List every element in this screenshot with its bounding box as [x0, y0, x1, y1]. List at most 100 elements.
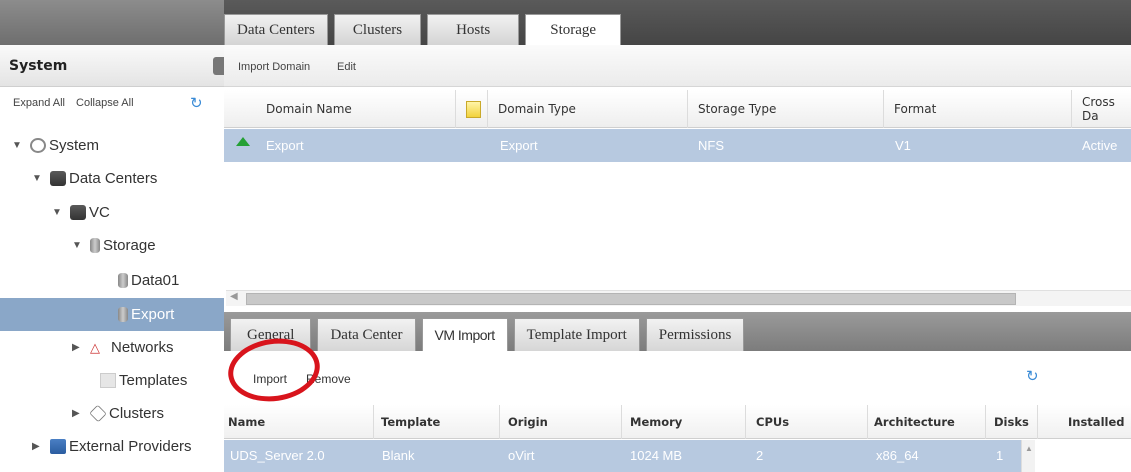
detail-tabs: General Data Center VM Import Template I…	[230, 318, 750, 351]
storage-domain-icon	[118, 306, 128, 322]
tree-label: Export	[131, 305, 175, 323]
column-origin[interactable]: Origin	[500, 405, 622, 439]
cell-architecture: x86_64	[876, 448, 919, 463]
import-domain-button[interactable]: Import Domain	[238, 61, 310, 73]
refresh-icon[interactable]: ↻	[1026, 367, 1039, 385]
tree-label: Clusters	[109, 404, 165, 422]
collapse-panel-handle[interactable]	[213, 57, 224, 75]
collapse-all-link[interactable]: Collapse All	[76, 97, 133, 109]
tab-storage[interactable]: Storage	[525, 14, 622, 45]
table-row[interactable]: UDS_Server 2.0 Blank oVirt 1024 MB 2 x86…	[224, 440, 1021, 472]
remove-button[interactable]: Remove	[306, 372, 351, 386]
data-center-icon	[70, 204, 86, 220]
system-panel-title: System	[9, 58, 68, 74]
tree-label: Data01	[131, 271, 180, 289]
collapsed-arrow-icon[interactable]: ▶	[72, 342, 90, 353]
domain-grid-header: Domain Name Domain Type Storage Type For…	[224, 90, 1131, 128]
status-up-icon	[236, 137, 250, 146]
header-left-bar	[0, 0, 224, 45]
cell-memory: 1024 MB	[630, 448, 683, 463]
tree-item-vc[interactable]: ▼ VC	[52, 196, 110, 228]
system-icon	[30, 137, 46, 153]
main-tabs: Data Centers Clusters Hosts Storage	[224, 14, 627, 45]
scrollbar-thumb[interactable]	[246, 293, 1016, 305]
edit-button[interactable]: Edit	[337, 61, 356, 73]
column-memory[interactable]: Memory	[622, 405, 746, 439]
column-format[interactable]: Format	[884, 90, 1072, 128]
tree-item-export[interactable]: Export	[118, 298, 174, 330]
expanded-arrow-icon[interactable]: ▼	[72, 240, 90, 251]
tab-data-centers[interactable]: Data Centers	[224, 14, 328, 45]
tree-item-system[interactable]: ▼ System	[12, 129, 99, 161]
tab-hosts[interactable]: Hosts	[427, 14, 520, 45]
cell-storage-type: NFS	[698, 138, 724, 153]
column-comment[interactable]	[456, 90, 488, 128]
column-template[interactable]: Template	[374, 405, 500, 439]
cell-origin: oVirt	[508, 448, 535, 463]
cell-template: Blank	[382, 448, 415, 463]
tree-label: Networks	[111, 338, 174, 356]
tree-label: Templates	[119, 371, 188, 389]
tree-label: VC	[89, 203, 110, 221]
storage-icon	[90, 237, 100, 253]
cell-cross-data-center: Active	[1082, 138, 1118, 153]
vm-import-toolbar: Import Remove	[224, 352, 1131, 404]
scroll-up-icon[interactable]: ▲	[1025, 444, 1033, 453]
tab-general[interactable]: General	[230, 318, 312, 351]
cell-format: V1	[895, 138, 911, 153]
cell-domain-name: Export	[266, 138, 304, 153]
tab-vm-import[interactable]: VM Import	[421, 318, 508, 351]
refresh-tree-icon[interactable]: ↻	[190, 94, 203, 112]
column-domain-name[interactable]: Domain Name	[256, 90, 456, 128]
column-disks[interactable]: Disks	[986, 405, 1038, 439]
tree-item-data-centers[interactable]: ▼ Data Centers	[32, 162, 157, 194]
comment-note-icon	[466, 100, 481, 118]
cell-disks: 1	[996, 448, 1004, 463]
tree-item-external-providers[interactable]: ▶ External Providers	[32, 430, 192, 462]
system-panel-header: System	[0, 45, 224, 87]
cell-cpus: 2	[756, 448, 764, 463]
expand-all-link[interactable]: Expand All	[13, 97, 65, 109]
networks-icon: △	[90, 339, 100, 355]
column-name[interactable]: Name	[224, 405, 374, 439]
tab-clusters[interactable]: Clusters	[333, 14, 422, 45]
tree-label: Storage	[103, 236, 156, 254]
column-storage-type[interactable]: Storage Type	[688, 90, 884, 128]
column-cross-data-center[interactable]: Cross Da	[1072, 90, 1131, 128]
clusters-icon	[89, 404, 107, 422]
tree-item-templates[interactable]: Templates	[100, 364, 187, 396]
expanded-arrow-icon[interactable]: ▼	[12, 140, 30, 151]
tree-item-networks[interactable]: ▶ △ Networks	[72, 331, 174, 363]
tab-data-center[interactable]: Data Center	[317, 318, 416, 351]
import-button[interactable]: Import	[253, 372, 287, 386]
tree-item-clusters[interactable]: ▶ Clusters	[72, 397, 164, 429]
scroll-left-icon[interactable]: ◀	[230, 291, 238, 302]
collapsed-arrow-icon[interactable]: ▶	[32, 441, 50, 452]
column-installed[interactable]: Installed	[1038, 405, 1131, 439]
column-domain-type[interactable]: Domain Type	[488, 90, 688, 128]
collapsed-arrow-icon[interactable]: ▶	[72, 408, 90, 419]
column-architecture[interactable]: Architecture	[868, 405, 986, 439]
external-providers-icon	[50, 438, 66, 454]
tree-item-data01[interactable]: Data01	[118, 264, 179, 296]
domain-toolbar: Import Domain Edit	[224, 45, 1131, 87]
expanded-arrow-icon[interactable]: ▼	[52, 207, 70, 218]
expanded-arrow-icon[interactable]: ▼	[32, 173, 50, 184]
tree-item-storage[interactable]: ▼ Storage	[72, 229, 156, 261]
tree-label: External Providers	[69, 437, 192, 455]
templates-icon	[100, 372, 116, 388]
tree-label: Data Centers	[69, 169, 158, 187]
column-cpus[interactable]: CPUs	[746, 405, 868, 439]
tab-template-import[interactable]: Template Import	[513, 318, 640, 351]
cell-domain-type: Export	[500, 138, 538, 153]
table-row[interactable]: Export Export NFS V1 Active	[224, 129, 1131, 162]
cell-name: UDS_Server 2.0	[230, 448, 325, 463]
tree-selection-highlight	[0, 298, 224, 331]
tab-permissions[interactable]: Permissions	[645, 318, 745, 351]
tree-controls: Expand All Collapse All	[13, 97, 142, 109]
tree-label: System	[49, 136, 100, 154]
horizontal-scrollbar[interactable]: ◀	[226, 290, 1131, 306]
vertical-scrollbar[interactable]: ▲	[1021, 440, 1035, 472]
data-centers-icon	[50, 170, 66, 186]
storage-domain-icon	[118, 272, 128, 288]
